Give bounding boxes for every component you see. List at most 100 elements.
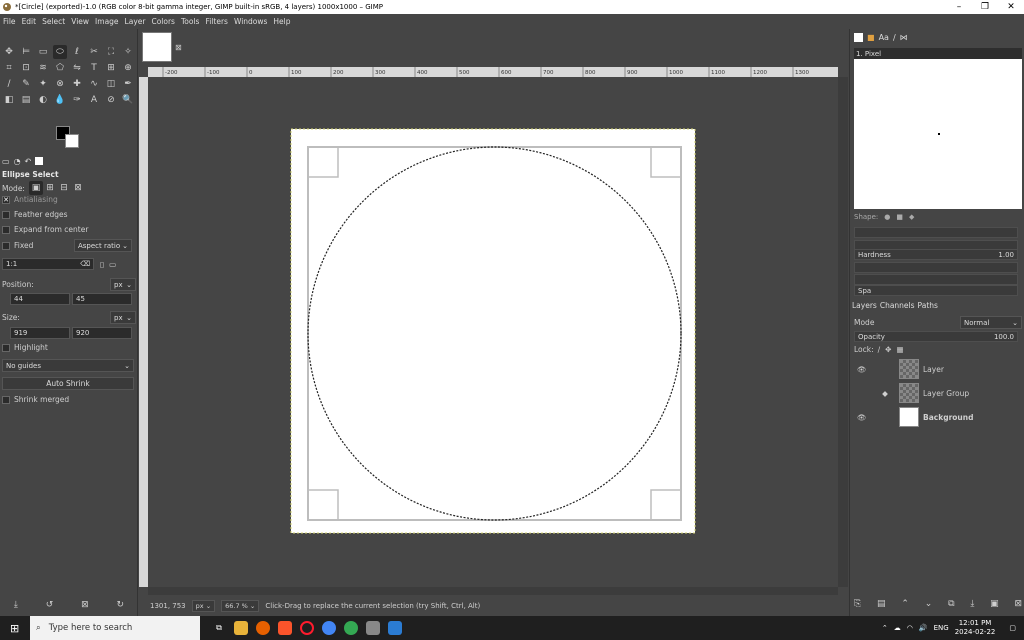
menu-help[interactable]: Help (270, 17, 293, 26)
eraser-icon[interactable]: ◫ (104, 77, 118, 91)
reset-options-icon[interactable]: ↻ (117, 600, 125, 614)
save-options-icon[interactable]: ⤓ (14, 600, 18, 614)
mode-intersect-icon[interactable]: ⊠ (71, 181, 85, 195)
clock[interactable]: 12:01 PM 2024-02-22 (955, 619, 996, 637)
paintbrush-icon[interactable]: ∕ (2, 77, 16, 91)
images-tab-icon[interactable] (35, 157, 44, 165)
menu-colors[interactable]: Colors (148, 17, 178, 26)
wifi-icon[interactable]: ◠ (907, 624, 913, 632)
background-layer-item[interactable]: 👁 Background (854, 405, 1022, 429)
duplicate-layer-icon[interactable]: ⧉ (948, 599, 954, 613)
close-icon[interactable]: ⊠ (175, 43, 182, 52)
dodge-icon[interactable]: ◐ (36, 93, 50, 107)
text-icon[interactable]: T (87, 61, 101, 75)
undo-tab-icon[interactable]: ↶ (25, 157, 32, 166)
smudge-icon[interactable]: ∿ (87, 77, 101, 91)
menu-file[interactable]: File (0, 17, 19, 26)
new-group-icon[interactable]: ▤ (877, 599, 886, 613)
highlight-checkbox[interactable] (2, 343, 10, 352)
bucket-fill-icon[interactable]: ◧ (2, 93, 16, 107)
free-select-icon[interactable]: ℓ (70, 45, 84, 59)
cage-icon[interactable]: ⬠ (53, 61, 67, 75)
tab-paths[interactable]: Paths (918, 301, 938, 310)
unit-dropdown[interactable]: px ⌄ (191, 600, 216, 612)
radius-slider[interactable] (854, 227, 1018, 238)
airbrush-icon[interactable]: ✦ (36, 77, 50, 91)
text-tool-icon[interactable]: A (87, 93, 101, 107)
size-w-input[interactable]: 919 (10, 327, 70, 339)
delete-options-icon[interactable]: ⊠ (81, 600, 89, 614)
image-canvas[interactable] (148, 77, 838, 587)
opera-icon[interactable] (300, 621, 314, 635)
path-icon[interactable]: ✑ (70, 93, 84, 107)
close-button[interactable]: ✕ (998, 2, 1024, 12)
heal-icon[interactable]: ✚ (70, 77, 84, 91)
menu-filters[interactable]: Filters (202, 17, 230, 26)
position-unit-dropdown[interactable]: px ⌄ (110, 278, 136, 291)
gradients-tab-icon[interactable]: ⋈ (900, 33, 908, 42)
notifications-icon[interactable]: ▢ (1009, 624, 1016, 632)
mode-subtract-icon[interactable]: ⊟ (57, 181, 71, 195)
canvas-area[interactable] (148, 77, 838, 587)
fonts-tab-icon[interactable]: Aa (879, 33, 889, 42)
raise-layer-icon[interactable]: ⌃ (901, 599, 909, 613)
clear-icon[interactable]: ⌫ (80, 260, 90, 268)
antialiasing-checkbox[interactable]: ✕ (2, 195, 10, 204)
taskbar-search[interactable]: ⌕ Type here to search (30, 616, 200, 640)
rect-select-icon[interactable]: ▭ (36, 45, 50, 59)
unified-transform-icon[interactable]: ⊡ (19, 61, 33, 75)
background-color[interactable] (65, 134, 79, 148)
brush-preview[interactable] (854, 59, 1022, 209)
layer-mask-icon[interactable]: ▣ (990, 599, 999, 613)
horizontal-ruler[interactable]: -200 -100 0 100 200 300 400 500 600 700 800 900 1000… (148, 67, 838, 77)
align-icon[interactable]: ⊨ (19, 45, 33, 59)
ink-icon[interactable]: ✒ (121, 77, 135, 91)
gradient-icon[interactable]: ▤ (19, 93, 33, 107)
menu-edit[interactable]: Edit (19, 17, 40, 26)
paint-dynamics-tab-icon[interactable]: ∕ (893, 33, 896, 42)
expand-group-icon[interactable]: ◆ (871, 389, 899, 398)
patterns-tab-icon[interactable]: ■ (867, 33, 875, 42)
size-h-input[interactable]: 920 (72, 327, 132, 339)
size-unit-dropdown[interactable]: px ⌄ (110, 311, 136, 324)
crop-icon[interactable]: ⌗ (2, 61, 16, 75)
foreground-select-icon[interactable]: ⛶ (104, 45, 118, 59)
image-tab-thumbnail[interactable] (142, 32, 172, 62)
tab-layers[interactable]: Layers (852, 301, 877, 310)
opacity-slider[interactable]: Opacity 100.0 (854, 331, 1018, 342)
position-x-input[interactable]: 44 (10, 293, 70, 305)
language-indicator[interactable]: ENG (934, 624, 949, 632)
layer-mode-dropdown[interactable]: Normal ⌄ (960, 316, 1022, 329)
volume-icon[interactable]: 🔊 (919, 624, 928, 632)
network-icon[interactable]: ☁ (894, 624, 901, 632)
menu-image[interactable]: Image (92, 17, 122, 26)
lower-layer-icon[interactable]: ⌄ (925, 599, 933, 613)
pencil-icon[interactable]: ✎ (19, 77, 33, 91)
windows-start-icon[interactable]: ⊞ (10, 622, 19, 635)
auto-shrink-button[interactable]: Auto Shrink (2, 377, 134, 390)
vertical-scrollbar[interactable] (838, 77, 848, 587)
color-picker-icon[interactable]: ⊘ (104, 93, 118, 107)
move-icon[interactable]: ✥ (2, 45, 16, 59)
task-view-icon[interactable]: ⧉ (212, 621, 226, 635)
clone-icon[interactable]: ⊗ (53, 77, 67, 91)
position-y-input[interactable]: 45 (72, 293, 132, 305)
tab-channels[interactable]: Channels (880, 301, 915, 310)
circle-shape-icon[interactable]: ● (884, 213, 890, 221)
menu-layer[interactable]: Layer (122, 17, 149, 26)
menu-windows[interactable]: Windows (231, 17, 270, 26)
guides-dropdown[interactable]: No guides ⌄ (2, 359, 134, 372)
angle-slider[interactable] (854, 274, 1018, 285)
tool-options-tab-icon[interactable]: ▭ (2, 157, 10, 166)
measure-icon[interactable]: ⊕ (121, 61, 135, 75)
feather-checkbox[interactable] (2, 210, 10, 219)
layer-group-item[interactable]: ◆ Layer Group (854, 381, 1022, 405)
device-status-tab-icon[interactable]: ◔ (14, 157, 21, 166)
zoom-icon[interactable]: 🔍 (121, 93, 135, 107)
flip-icon[interactable]: ⇋ (70, 61, 84, 75)
square-shape-icon[interactable]: ■ (896, 213, 903, 221)
zoom-dropdown[interactable]: 66.7 % ⌄ (221, 600, 260, 612)
landscape-icon[interactable]: ▭ (109, 260, 116, 269)
menu-select[interactable]: Select (39, 17, 68, 26)
chrome-profile-icon[interactable] (344, 621, 358, 635)
